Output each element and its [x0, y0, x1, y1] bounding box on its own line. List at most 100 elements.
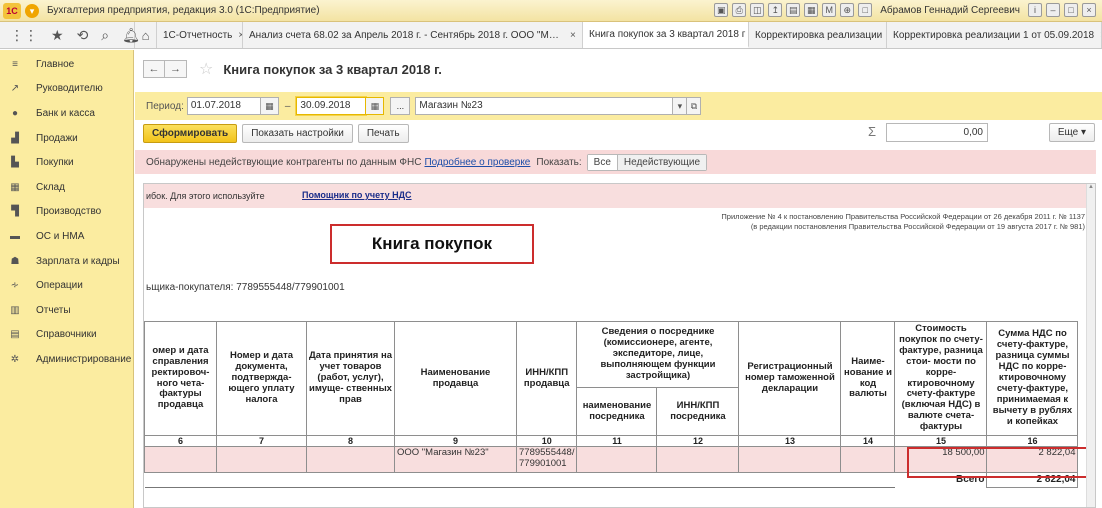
zoom-in-icon[interactable]: ⊕ [840, 3, 855, 17]
history-icon[interactable]: ⟲ [77, 27, 89, 44]
calendar-icon[interactable]: ▦ [260, 97, 279, 115]
warning-text: Обнаружены недействующие контрагенты по … [146, 156, 422, 168]
details-link[interactable]: Подробнее о проверке [424, 157, 530, 168]
main-menu-icon[interactable]: ▾ [25, 3, 39, 18]
tab-label: Анализ счета 68.02 за Апрель 2018 г. - С… [249, 29, 564, 41]
col-number: 14 [840, 435, 896, 447]
page-title: Книга покупок за 3 квартал 2018 г. [223, 61, 442, 77]
col-number: 13 [738, 435, 842, 447]
quick-icons: ⋮⋮ ★ ⟲ ⌕ 🔔︎ [0, 22, 140, 48]
show-settings-button[interactable]: Показать настройки [242, 123, 353, 143]
sidebar-item-assets[interactable]: ▬ ОС и НМА [0, 224, 133, 249]
print-icon[interactable]: ⎙ [732, 3, 747, 17]
col-number: 10 [515, 435, 578, 447]
favorites-star-icon[interactable]: ★ [51, 27, 64, 44]
search-icon[interactable]: ⌕ [101, 27, 109, 44]
open-icon[interactable]: ⧉ [687, 97, 702, 115]
tab-sales-correction-doc[interactable]: Корректировка реализации 1 от 05.09.2018… [887, 22, 1102, 48]
organization-select[interactable]: Магазин №23 [415, 97, 674, 115]
cell [216, 446, 307, 473]
more-button[interactable]: Еще ▾ [1048, 123, 1095, 142]
factory-icon: ▜ [11, 206, 19, 218]
history-icon[interactable]: ↥ [768, 3, 783, 17]
memory-icon[interactable]: M [822, 3, 837, 17]
tab-sales-correction[interactable]: Корректировка реализации× [749, 22, 887, 48]
main-content: ← → ☆ Книга покупок за 3 квартал 2018 г.… [135, 50, 1102, 508]
sidebar-item-label: Банк и касса [36, 107, 95, 119]
more-label: Еще [1057, 127, 1079, 138]
calendar-icon[interactable]: ▦ [804, 3, 819, 17]
save-icon[interactable]: ▣ [714, 3, 729, 17]
window-icon[interactable]: □ [858, 3, 873, 17]
calc-icon[interactable]: ▤ [786, 3, 801, 17]
user-name[interactable]: Абрамов Геннадий Сергеевич [880, 5, 1020, 16]
show-all-button[interactable]: Все [587, 154, 618, 170]
forward-button[interactable]: → [165, 60, 187, 78]
book-icon: ▤ [10, 329, 20, 341]
sidebar-item-admin[interactable]: ✲ Администрирование [0, 347, 133, 372]
sidebar-item-label: Операции [36, 280, 83, 292]
cart-icon: ▟ [11, 132, 19, 144]
tab-purchase-book[interactable]: Книга покупок за 3 квартал 2018 г× [583, 22, 749, 48]
sidebar-item-warehouse[interactable]: ▦ Склад [0, 175, 133, 200]
sidebar-item-operations[interactable]: ∻ Операции [0, 273, 133, 298]
close-icon[interactable]: × [1082, 3, 1096, 17]
favorite-star-icon[interactable]: ☆ [199, 59, 213, 79]
sidebar-item-reports[interactable]: ▥ Отчеты [0, 298, 133, 323]
apps-grid-icon[interactable]: ⋮⋮ [10, 27, 38, 44]
hint-text: ибок. Для этого используйте [146, 191, 265, 201]
vertical-scrollbar[interactable]: ▲ [1086, 184, 1095, 507]
home-icon[interactable]: ⌂ [135, 22, 157, 48]
sum-icon: Σ [868, 124, 877, 139]
preview-icon[interactable]: ◫ [750, 3, 765, 17]
date-from-input[interactable]: 01.07.2018 [186, 97, 261, 115]
col-header: Сумма НДС по счету-фактуре, разница сумм… [986, 321, 1079, 436]
chevron-down-icon[interactable]: ▾ [673, 97, 688, 115]
scroll-up-icon[interactable]: ▲ [1087, 184, 1095, 193]
warning-bar: Обнаружены недействующие контрагенты по … [135, 150, 1096, 174]
back-button[interactable]: ← [143, 60, 165, 78]
menu-lines-icon: ≡ [12, 58, 18, 70]
report-sheet[interactable]: ибок. Для этого используйте Помощник по … [143, 183, 1096, 508]
tab-account-analysis[interactable]: Анализ счета 68.02 за Апрель 2018 г. - С… [243, 22, 583, 48]
generate-button[interactable]: Сформировать [143, 123, 238, 143]
calendar-icon[interactable]: ▦ [366, 97, 385, 115]
sidebar-item-label: ОС и НМА [36, 230, 85, 242]
sidebar-item-directories[interactable]: ▤ Справочники [0, 323, 133, 348]
period-label: Период: [146, 100, 184, 112]
col-number: 9 [394, 435, 517, 447]
report-title: Книга покупок [330, 224, 534, 264]
filter-bar: Период: 01.07.2018 ▦ – 30.09.2018 ▦ ... … [135, 92, 1102, 120]
period-select-button[interactable]: ... [390, 97, 411, 115]
cell [144, 446, 217, 473]
sidebar-item-bank[interactable]: ● Банк и касса [0, 101, 133, 126]
sidebar-item-production[interactable]: ▜ Производство [0, 200, 133, 225]
sidebar-item-sales[interactable]: ▟ Продажи [0, 126, 133, 151]
cell [576, 446, 658, 473]
maximize-icon[interactable]: □ [1064, 3, 1078, 17]
date-to-input[interactable]: 30.09.2018 [296, 97, 367, 115]
tab-1c-reporting[interactable]: 1С-Отчетность× [157, 22, 243, 48]
tab-label: 1С-Отчетность [163, 29, 233, 41]
period-dash: – [284, 100, 291, 112]
vat-assistant-link[interactable]: Помощник по учету НДС [302, 190, 412, 200]
print-button[interactable]: Печать [357, 123, 409, 143]
app-logo-icon: 1С [3, 2, 21, 19]
sidebar-item-salary[interactable]: ☗ Зарплата и кадры [0, 249, 133, 274]
sidebar-item-main[interactable]: ≡ Главное [0, 52, 133, 77]
minimize-icon[interactable]: – [1046, 3, 1060, 17]
close-tab-icon[interactable]: × [570, 30, 576, 41]
info-icon[interactable]: i [1028, 3, 1042, 17]
sum-field: 0,00 [886, 123, 988, 142]
col-number: 6 [144, 435, 217, 447]
col-number: 11 [576, 435, 658, 447]
cell [840, 446, 896, 473]
sidebar-item-purchases[interactable]: ▙ Покупки [0, 150, 133, 175]
warehouse-icon: ▦ [10, 181, 20, 193]
col-number: 12 [656, 435, 740, 447]
sidebar-item-label: Производство [36, 206, 102, 218]
cell [306, 446, 395, 473]
show-inactive-button[interactable]: Недействующие [617, 154, 706, 170]
sidebar-item-manager[interactable]: ↗ Руководителю [0, 77, 133, 102]
seller-cell: ООО "Магазин №23" [394, 446, 517, 473]
